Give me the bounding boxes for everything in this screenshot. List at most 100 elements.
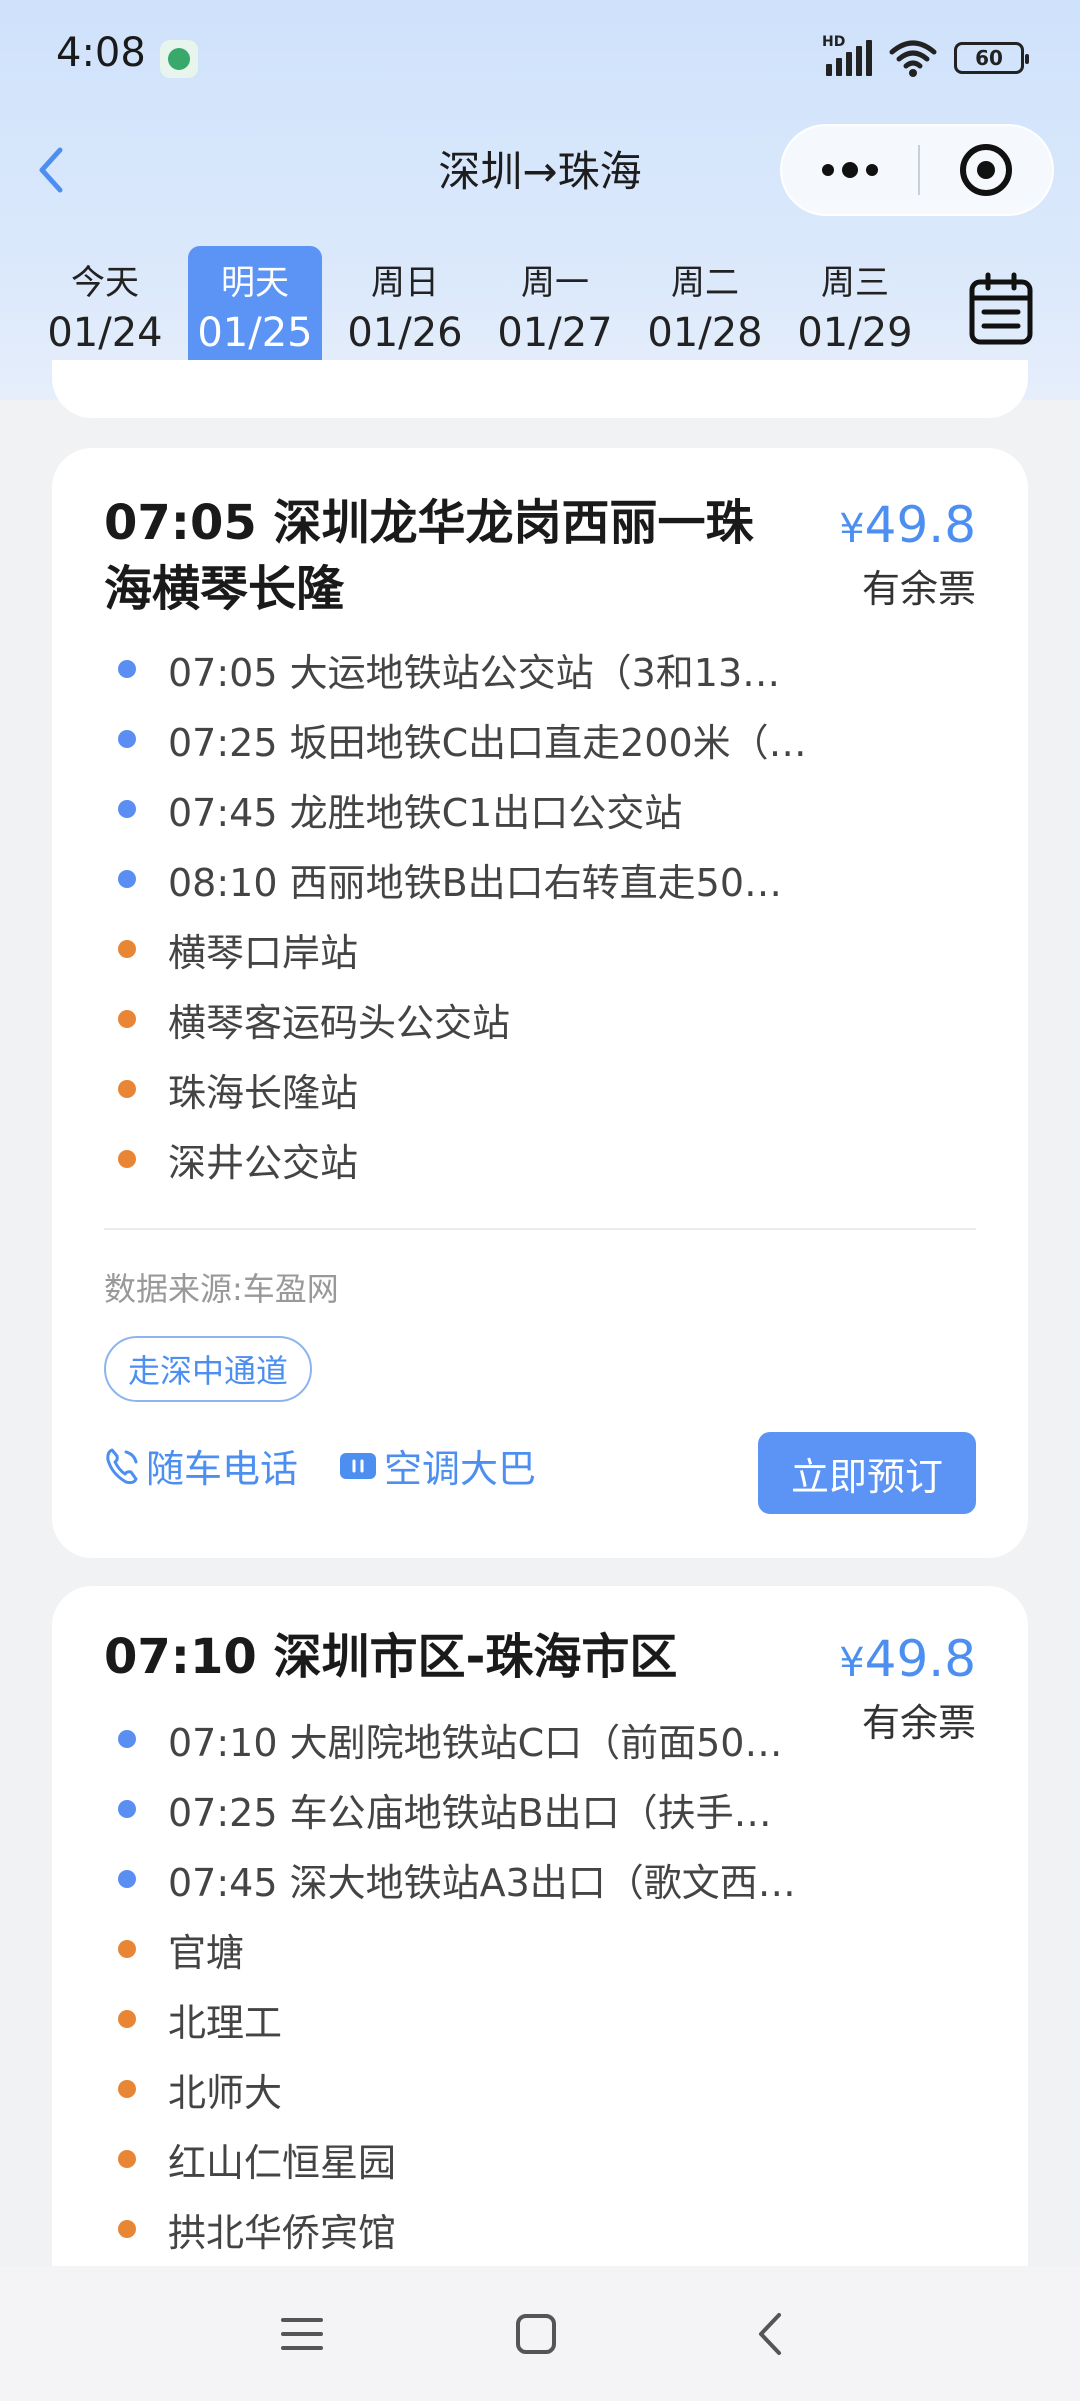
date-tab-today[interactable]: 今天 01/24 <box>30 246 180 376</box>
calendar-button[interactable] <box>968 272 1034 346</box>
battery-icon: 60 <box>954 42 1029 74</box>
alighting-dot-icon <box>118 1940 136 1958</box>
book-now-button[interactable]: 立即预订 <box>758 1432 976 1514</box>
stop-text: 07:25 坂田地铁C出口直走200米（… <box>168 720 807 765</box>
date-tab-date: 01/29 <box>797 310 913 356</box>
mini-program-capsule <box>780 124 1054 216</box>
trip-title-line: 07:05 深圳龙华龙岗西丽一珠 <box>104 495 754 551</box>
menu-icon <box>281 2318 323 2350</box>
date-tabs: 今天 01/24 明天 01/25 周日 01/26 周一 01/27 周二 0… <box>30 246 930 376</box>
alighting-dot-icon <box>118 940 136 958</box>
calendar-icon <box>969 272 1033 345</box>
boarding-dot-icon <box>118 1800 136 1818</box>
stop-item: 07:45 龙胜地铁C1出口公交站 <box>104 774 904 844</box>
system-navigation-bar <box>0 2266 1080 2401</box>
status-bar: 4:08 HD 60 <box>0 0 1080 120</box>
boarding-dot-icon <box>118 800 136 818</box>
route-tag: 走深中通道 <box>104 1336 313 1402</box>
ticket-status: 有余票 <box>861 567 976 611</box>
stop-item: 横琴客运码头公交站 <box>104 984 904 1054</box>
currency-symbol: ¥ <box>839 506 865 552</box>
status-indicators: HD 60 <box>822 34 1029 80</box>
stop-item: 深井公交站 <box>104 1124 904 1194</box>
trip-title-line: 海横琴长隆 <box>104 561 345 617</box>
currency-symbol: ¥ <box>839 1640 865 1686</box>
date-tab-date: 01/27 <box>497 310 613 356</box>
date-tab-date: 01/24 <box>47 310 163 356</box>
more-button[interactable] <box>782 126 918 214</box>
stop-text: 07:45 龙胜地铁C1出口公交站 <box>168 790 683 835</box>
date-tab-monday[interactable]: 周一 01/27 <box>480 246 630 376</box>
trip-price: ¥49.8 <box>839 1630 976 1688</box>
home-button[interactable] <box>496 2294 576 2374</box>
date-tab-weekday: 周三 <box>821 263 889 303</box>
stop-item: 北理工 <box>104 1984 904 2054</box>
data-source: 数据来源:车盈网 <box>104 1270 339 1308</box>
chevron-left-icon <box>759 2313 781 2355</box>
date-tab-tuesday[interactable]: 周二 01/28 <box>630 246 780 376</box>
stop-item: 官塘 <box>104 1914 904 1984</box>
stop-text: 07:05 大运地铁站公交站（3和13… <box>168 650 781 695</box>
wifi-icon <box>889 40 937 77</box>
onboard-phone-feature[interactable]: 随车电话 <box>104 1438 298 1493</box>
stop-item: 拱北华侨宾馆 <box>104 2194 904 2264</box>
stop-list: 07:05 大运地铁站公交站（3和13… 07:25 坂田地铁C出口直走200米… <box>104 634 904 1194</box>
price-value: 49.8 <box>864 496 976 554</box>
trip-price: ¥49.8 <box>839 496 976 554</box>
feature-label: 随车电话 <box>146 1447 299 1491</box>
recent-apps-button[interactable] <box>262 2294 342 2374</box>
close-mini-program-button[interactable] <box>920 126 1052 214</box>
alighting-dot-icon <box>118 2150 136 2168</box>
stop-item: 07:25 车公庙地铁站B出口（扶手… <box>104 1774 904 1844</box>
previous-trip-card-edge <box>52 360 1028 418</box>
date-tab-sunday[interactable]: 周日 01/26 <box>330 246 480 376</box>
stop-item: 07:10 大剧院地铁站C口（前面50… <box>104 1704 904 1774</box>
status-time: 4:08 <box>56 30 146 76</box>
stop-text: 08:10 西丽地铁B出口右转直走50… <box>168 860 783 905</box>
boarding-dot-icon <box>118 730 136 748</box>
trip-title: 07:10 深圳市区-珠海市区 <box>104 1624 834 1690</box>
date-tab-weekday: 周日 <box>371 263 439 303</box>
date-tab-wednesday[interactable]: 周三 01/29 <box>780 246 930 376</box>
stop-text: 07:25 车公庙地铁站B出口（扶手… <box>168 1790 772 1835</box>
app-notification-icon <box>160 40 198 78</box>
air-conditioned-bus-feature[interactable]: 空调大巴 <box>338 1438 536 1493</box>
stop-item: 08:10 西丽地铁B出口右转直走50… <box>104 844 904 914</box>
date-tab-date: 01/26 <box>347 310 463 356</box>
alighting-dot-icon <box>118 1010 136 1028</box>
feature-label: 空调大巴 <box>384 1447 537 1491</box>
stop-text: 07:10 大剧院地铁站C口（前面50… <box>168 1720 783 1765</box>
stop-item: 北师大 <box>104 2054 904 2124</box>
stop-text: 官塘 <box>168 1930 245 1975</box>
stop-text: 红山仁恒星园 <box>168 2140 397 2185</box>
alighting-dot-icon <box>118 2220 136 2238</box>
alighting-dot-icon <box>118 1080 136 1098</box>
alighting-dot-icon <box>118 2080 136 2098</box>
stop-item: 07:05 大运地铁站公交站（3和13… <box>104 634 904 704</box>
date-tab-tomorrow[interactable]: 明天 01/25 <box>188 246 322 376</box>
trip-card[interactable]: 07:05 深圳龙华龙岗西丽一珠 海横琴长隆 ¥49.8 有余票 07:05 大… <box>52 448 1028 1558</box>
date-tab-date: 01/25 <box>197 310 313 356</box>
network-type-label: HD <box>822 34 846 50</box>
boarding-dot-icon <box>118 870 136 888</box>
stop-item: 07:45 深大地铁站A3出口（歌文西… <box>104 1844 904 1914</box>
stop-text: 07:45 深大地铁站A3出口（歌文西… <box>168 1860 796 1905</box>
stop-text: 北理工 <box>168 2000 283 2045</box>
alighting-dot-icon <box>118 1150 136 1168</box>
battery-level: 60 <box>975 46 1003 70</box>
stop-item: 珠海长隆站 <box>104 1054 904 1124</box>
price-value: 49.8 <box>864 1630 976 1688</box>
card-divider <box>104 1228 976 1230</box>
stop-text: 横琴客运码头公交站 <box>168 1000 511 1045</box>
trip-title-line: 07:10 深圳市区-珠海市区 <box>104 1629 678 1685</box>
stop-text: 深井公交站 <box>168 1140 359 1185</box>
target-icon <box>960 144 1012 196</box>
square-home-icon <box>516 2314 556 2354</box>
stop-item: 横琴口岸站 <box>104 914 904 984</box>
stop-item: 07:25 坂田地铁C出口直走200米（… <box>104 704 904 774</box>
phone-icon <box>106 1448 138 1484</box>
date-tab-weekday: 明天 <box>221 263 289 303</box>
stop-item: 红山仁恒星园 <box>104 2124 904 2194</box>
system-back-button[interactable] <box>730 2294 810 2374</box>
boarding-dot-icon <box>118 660 136 678</box>
